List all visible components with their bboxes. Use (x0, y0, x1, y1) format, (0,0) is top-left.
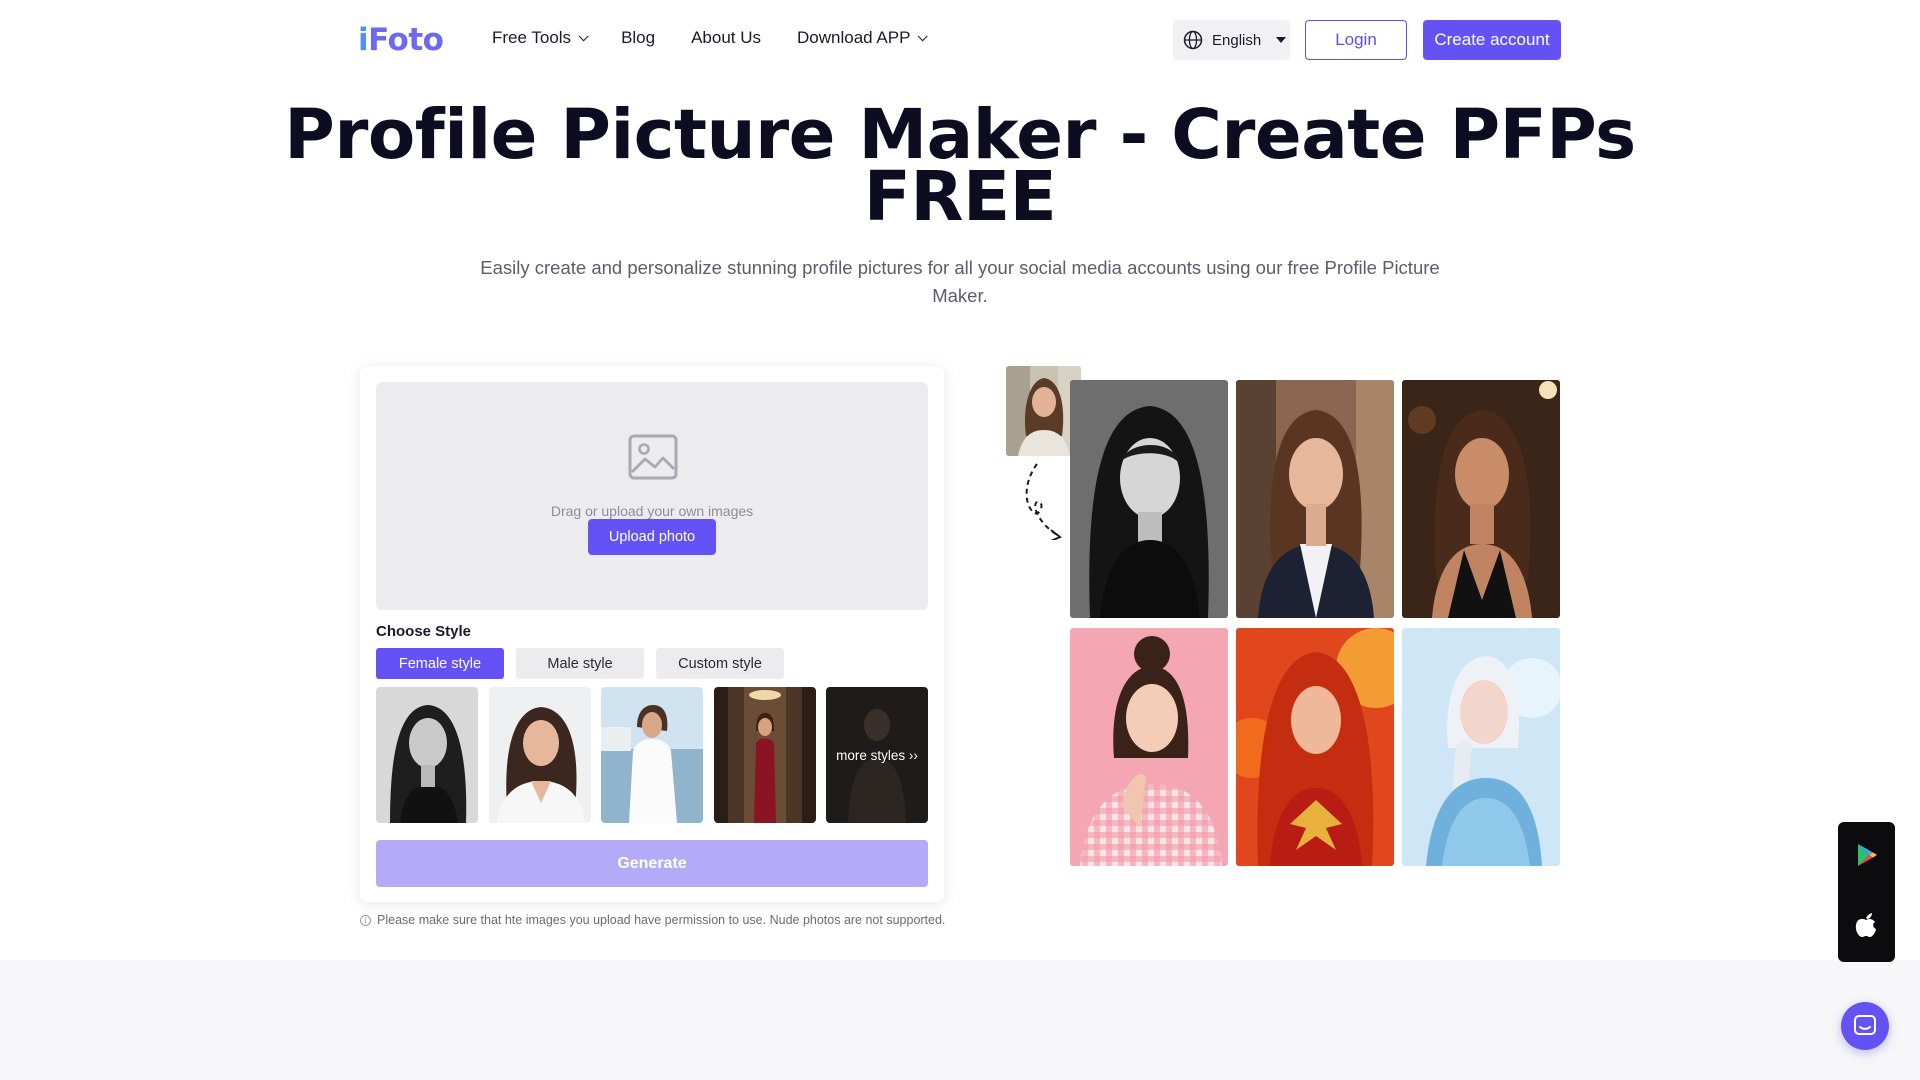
chevron-down-icon (918, 30, 929, 41)
pfp-maker-card: Drag or upload your own images Upload ph… (360, 366, 944, 902)
caret-down-icon (1276, 37, 1287, 43)
info-icon: i (360, 914, 371, 926)
create-account-button[interactable]: Create account (1423, 20, 1561, 60)
more-styles-thumbnail[interactable]: more styles ›› (826, 687, 928, 823)
ifoto-logo[interactable]: iFoto (358, 22, 444, 58)
globe-icon (1183, 30, 1203, 50)
image-placeholder-icon (628, 434, 678, 480)
google-play-icon[interactable] (1856, 843, 1878, 867)
nav-download-label: Download APP (797, 28, 911, 47)
more-styles-label: more styles ›› (836, 747, 918, 763)
upload-dropzone[interactable]: Drag or upload your own images Upload ph… (376, 382, 928, 610)
nav-blog[interactable]: Blog (621, 28, 655, 48)
choose-style-label: Choose Style (376, 623, 472, 640)
result-business-suit (1236, 380, 1394, 618)
nav-free-tools[interactable]: Free Tools (492, 28, 589, 48)
style-thumbnail-bw-portrait[interactable] (376, 687, 478, 823)
language-selector[interactable]: English (1173, 20, 1290, 60)
tab-male-style[interactable]: Male style (516, 648, 644, 679)
result-bw-portrait (1070, 380, 1228, 618)
language-label: English (1212, 31, 1262, 49)
style-thumbnail-red-gown[interactable] (713, 687, 816, 823)
page-title: Profile Picture Maker - Create PFPs FREE (0, 101, 1920, 232)
section-divider-band (0, 960, 1920, 1080)
style-thumbnail-white-blazer[interactable] (488, 687, 591, 823)
main-nav: Free Tools Blog About Us Download APP (492, 28, 929, 48)
style-thumbnail-white-suit-seaside[interactable] (601, 687, 703, 823)
nav-blog-label: Blog (621, 28, 656, 47)
dropzone-hint: Drag or upload your own images (550, 503, 754, 519)
nav-about-label: About Us (691, 28, 762, 47)
transform-arrow-icon (1025, 463, 1062, 540)
chat-support-button[interactable] (1841, 1002, 1889, 1050)
nav-download-app[interactable]: Download APP (797, 28, 929, 48)
result-ice-queen (1402, 628, 1560, 866)
upload-notice: i Please make sure that hte images you u… (360, 913, 945, 927)
apple-icon[interactable] (1854, 910, 1878, 938)
page-subtitle: Easily create and personalize stunning p… (480, 257, 1440, 306)
tab-custom-style[interactable]: Custom style (656, 648, 784, 679)
page-title-line-2: FREE (863, 157, 1057, 237)
result-fire-phoenix (1236, 628, 1394, 866)
upload-notice-text: Please make sure that hte images you upl… (377, 913, 946, 927)
tab-female-style[interactable]: Female style (376, 648, 504, 679)
result-black-halter (1402, 380, 1560, 618)
app-download-panel (1838, 822, 1895, 962)
site-header: iFoto Free Tools Blog About Us Download … (0, 0, 1920, 80)
style-thumbnails: more styles ›› (376, 687, 928, 823)
generate-button[interactable]: Generate (376, 840, 928, 887)
login-button[interactable]: Login (1305, 20, 1407, 60)
result-pink-gingham (1070, 628, 1228, 866)
nav-about-us[interactable]: About Us (691, 28, 761, 48)
style-tabs: Female style Male style Custom style (376, 648, 784, 679)
upload-photo-button[interactable]: Upload photo (588, 519, 716, 555)
chat-icon (1854, 1015, 1876, 1035)
chevron-down-icon (578, 30, 589, 41)
nav-free-tools-label: Free Tools (492, 28, 572, 47)
